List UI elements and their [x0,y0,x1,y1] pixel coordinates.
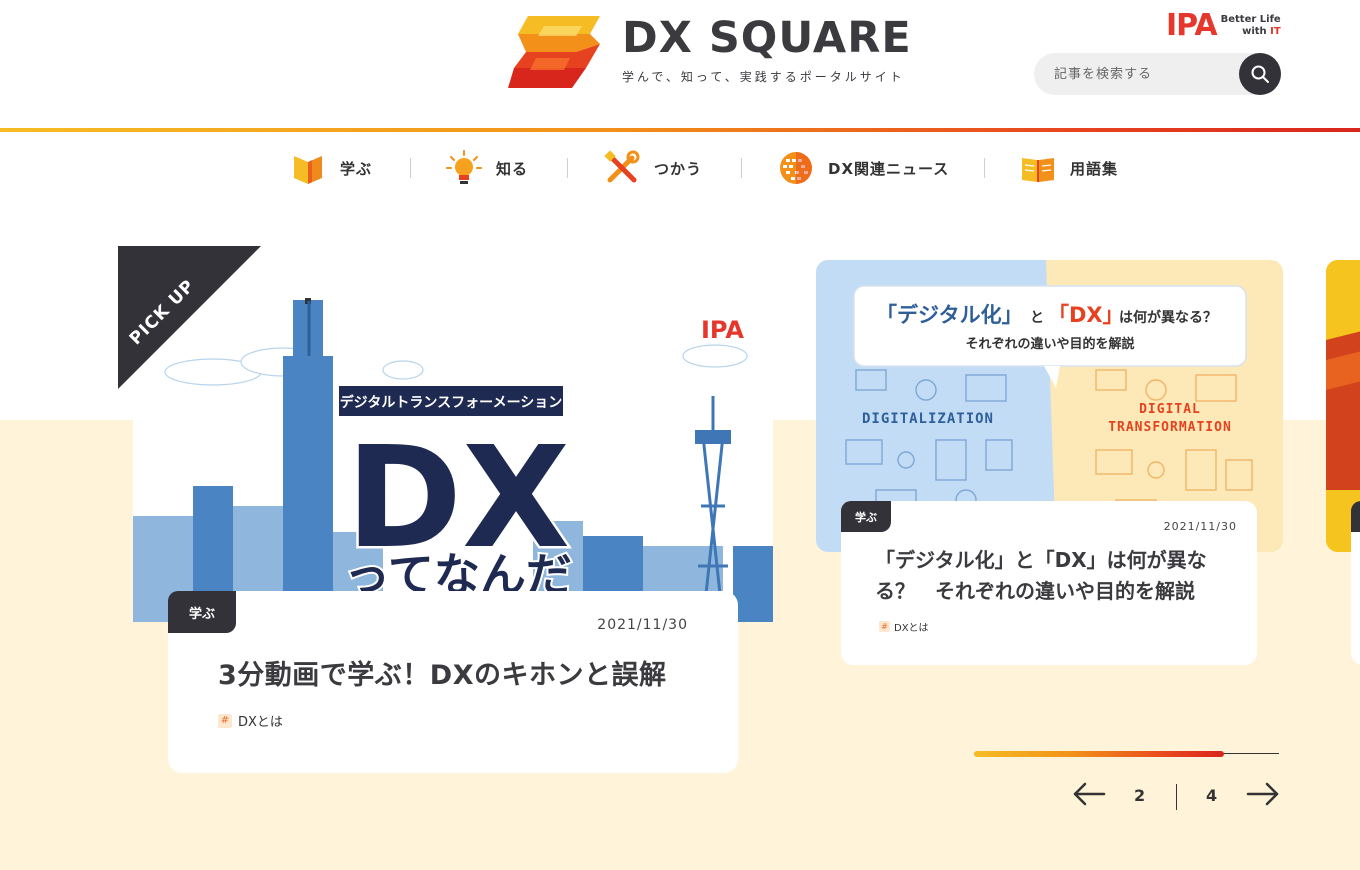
hashtag-icon: # [879,621,890,632]
arrow-right-icon [1246,782,1279,806]
nav-item-shiru[interactable]: 知る [446,148,528,188]
digitalization-label: DIGITALIZATION [862,411,994,427]
pager-divider [1176,784,1177,810]
site-header: DX SQUARE 学んで、知って、実践するポータルサイト IPA Better… [0,0,1360,128]
nav-item-glossary[interactable]: 用語集 [1020,148,1118,188]
category-tag [1351,501,1360,532]
ipa-logo[interactable]: IPA Better Life with IT [1166,10,1281,42]
header-gradient-bar [0,128,1360,132]
hashtag-icon: # [218,713,232,728]
carousel-next-button[interactable] [1246,780,1280,808]
site-logo[interactable]: DX SQUARE 学んで、知って、実践するポータルサイト [506,12,916,92]
bubble-line2: それぞれの違いや目的を解説 [965,336,1134,352]
carousel-current-page: 2 [1134,786,1146,805]
nav-divider [741,158,742,178]
bubble-to: と [1030,310,1044,326]
pickup-ribbon: PICK UP [118,246,261,389]
logo-title: DX SQUARE [622,13,912,63]
nav-item-manabu[interactable]: 学ぶ [290,148,372,188]
hashtag-label: DXとは [894,623,929,634]
nav-label: つかう [654,159,703,178]
search-button[interactable] [1239,53,1281,95]
book-icon [294,156,322,184]
article-title[interactable]: 「デジタル化」と「DX」は何が異なる？ それぞれの違いや目的を解説 [875,545,1235,607]
article-card[interactable]: 学ぶ 2021/11/30 「デジタル化」と「DX」は何が異なる？ それぞれの違… [841,501,1257,665]
tools-icon [604,150,640,183]
article-date: 2021/11/30 [597,617,688,633]
carousel-progress-fill [974,751,1224,757]
nav-label: 知る [496,159,529,178]
category-tag[interactable]: 学ぶ [168,591,236,633]
bubble-tail: は何が異なる？ [1119,309,1217,326]
globe-icon [780,152,812,184]
article-card-peek[interactable] [1351,501,1360,665]
digital-label: DIGITAL [1139,402,1201,417]
thumbnail-ipa-text: IPA [701,316,744,344]
arrow-left-icon [1073,782,1106,806]
category-tag[interactable]: 学ぶ [841,501,891,532]
open-book-icon [1022,158,1054,182]
nav-item-tsukau[interactable]: つかう [604,148,702,188]
ipa-slogan: Better Life with IT [1221,14,1281,38]
nav-divider [410,158,411,178]
article-date: 2021/11/30 [1163,520,1237,533]
search-input[interactable] [1054,53,1234,95]
ipa-logo-letters: IPA [1166,8,1218,43]
nav-label: 用語集 [1070,159,1119,178]
logo-tagline: 学んで、知って、実践するポータルサイト [622,70,905,84]
carousel-prev-button[interactable] [1072,780,1106,808]
article-title[interactable]: 3分動画で学ぶ！DXのキホンと誤解 [218,653,667,692]
ipa-slogan-with: with [1242,26,1267,37]
nav-label: DX関連ニュース [828,159,950,178]
ipa-slogan-it: IT [1270,26,1281,37]
global-nav: 学ぶ 知る つかう DX関連ニュース 用語集 [0,140,1360,196]
ipa-slogan-line1: Better Life [1220,14,1281,25]
hashtag-label: DXとは [238,715,283,730]
hashtag[interactable]: # DXとは [879,619,929,634]
nav-item-dx-news[interactable]: DX関連ニュース [778,148,949,188]
bubble-q1: 「デジタル化」 [876,303,1023,327]
transformation-label: TRANSFORMATION [1108,420,1232,435]
lightbulb-icon [446,150,482,184]
bubble-q2: 「DX」 [1048,303,1124,327]
nav-divider [567,158,568,178]
hashtag[interactable]: # DXとは [218,711,283,730]
featured-article-card[interactable]: 学ぶ 2021/11/30 3分動画で学ぶ！DXのキホンと誤解 # DXとは [168,591,738,773]
nav-divider [984,158,985,178]
thumbnail-banner-text: デジタルトランスフォーメーション [340,394,563,411]
dx-square-logo-mark-icon [508,16,600,88]
search-icon [1251,65,1269,83]
carousel-total-pages: 4 [1206,786,1218,805]
nav-label: 学ぶ [340,159,373,178]
